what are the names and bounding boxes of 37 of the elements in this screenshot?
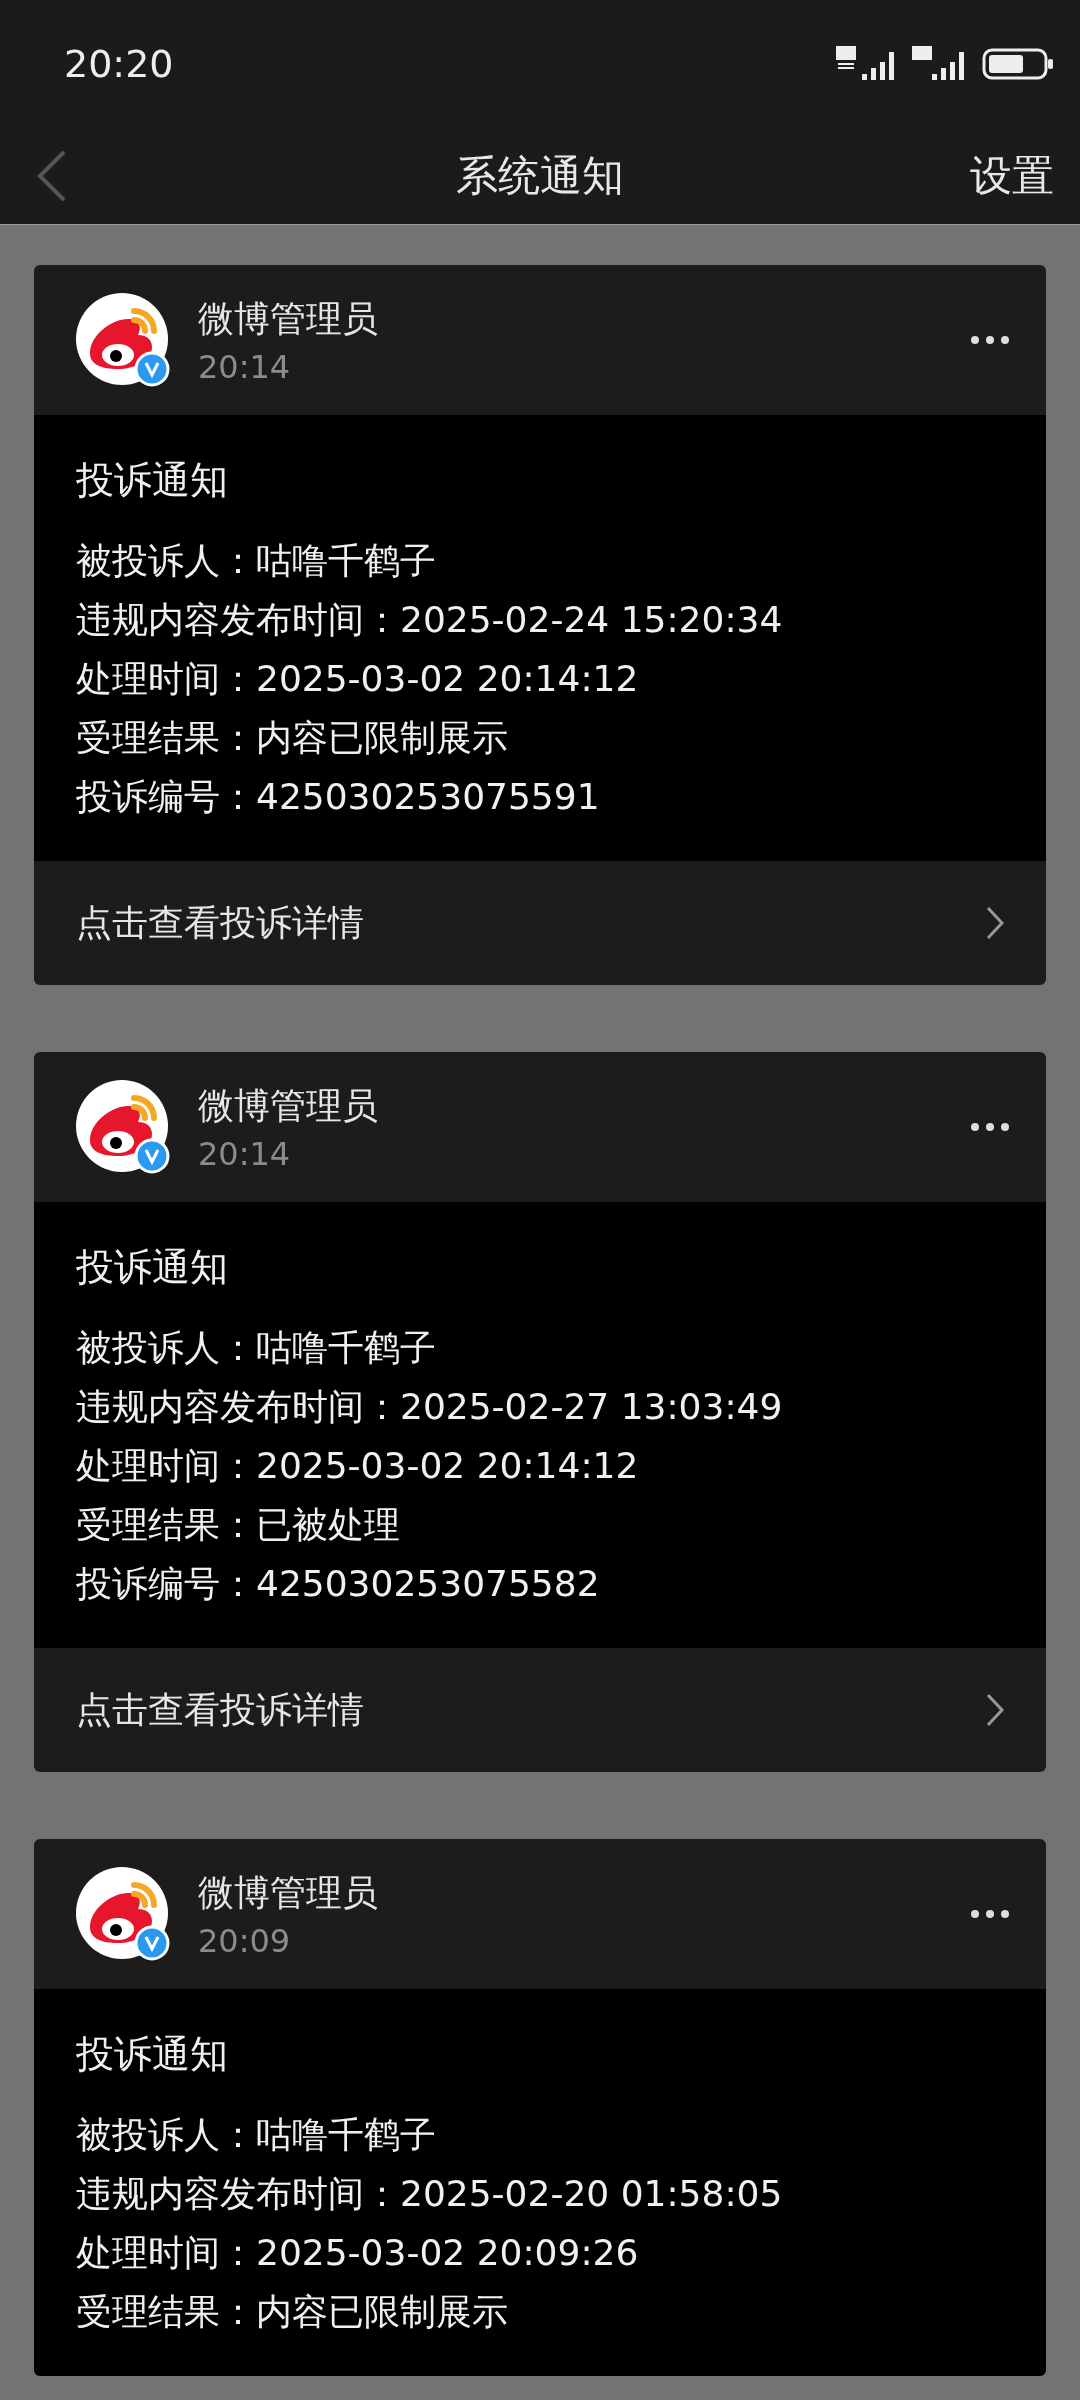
more-icon[interactable] bbox=[970, 1909, 1010, 1919]
notice-line: 处理时间：2025-03-02 20:09:26 bbox=[76, 2231, 640, 2275]
avatar-icon[interactable] bbox=[76, 1080, 170, 1174]
sender-name: 微博管理员 bbox=[198, 1870, 379, 1915]
battery-icon bbox=[982, 48, 1054, 80]
avatar-icon[interactable] bbox=[76, 293, 170, 387]
status-time: 20:20 bbox=[64, 42, 174, 86]
notice-line: 被投诉人：咕噜千鹤子 bbox=[76, 539, 437, 583]
notice-line: 受理结果：已被处理 bbox=[76, 1503, 401, 1547]
notice-title: 投诉通知 bbox=[76, 457, 229, 504]
notice-title: 投诉通知 bbox=[76, 2031, 229, 2078]
details-link[interactable]: 点击查看投诉详情 bbox=[34, 861, 1046, 985]
settings-link[interactable]: 设置 bbox=[970, 148, 1054, 204]
notice-line: 被投诉人：咕噜千鹤子 bbox=[76, 2113, 437, 2157]
sender-name: 微博管理员 bbox=[198, 296, 379, 341]
notice-line: 受理结果：内容已限制展示 bbox=[76, 716, 509, 760]
chevron-right-icon bbox=[986, 1693, 1004, 1727]
message-time: 20:14 bbox=[198, 1134, 292, 1173]
chevron-right-icon bbox=[986, 906, 1004, 940]
avatar-icon[interactable] bbox=[76, 1867, 170, 1961]
notice-line: 违规内容发布时间：2025-02-27 13:03:49 bbox=[76, 1385, 784, 1429]
message-time: 20:14 bbox=[198, 347, 292, 386]
notice-line: 违规内容发布时间：2025-02-24 15:20:34 bbox=[76, 598, 784, 642]
notice-line: 处理时间：2025-03-02 20:14:12 bbox=[76, 1444, 640, 1488]
notice-line: 受理结果：内容已限制展示 bbox=[76, 2290, 509, 2334]
notice-line: 处理时间：2025-03-02 20:14:12 bbox=[76, 657, 640, 701]
more-icon[interactable] bbox=[970, 335, 1010, 345]
more-icon[interactable] bbox=[970, 1122, 1010, 1132]
notice-title: 投诉通知 bbox=[76, 1244, 229, 1291]
message-time: 20:09 bbox=[198, 1921, 292, 1960]
details-link[interactable]: 点击查看投诉详情 bbox=[34, 1648, 1046, 1772]
notice-line: 投诉编号：425030253075582 bbox=[76, 1562, 601, 1606]
page-title: 系统通知 bbox=[456, 151, 624, 200]
notice-line: 被投诉人：咕噜千鹤子 bbox=[76, 1326, 437, 1370]
notice-line: 投诉编号：425030253075591 bbox=[76, 775, 601, 819]
notice-line: 违规内容发布时间：2025-02-20 01:58:05 bbox=[76, 2172, 784, 2216]
sender-name: 微博管理员 bbox=[198, 1083, 379, 1128]
